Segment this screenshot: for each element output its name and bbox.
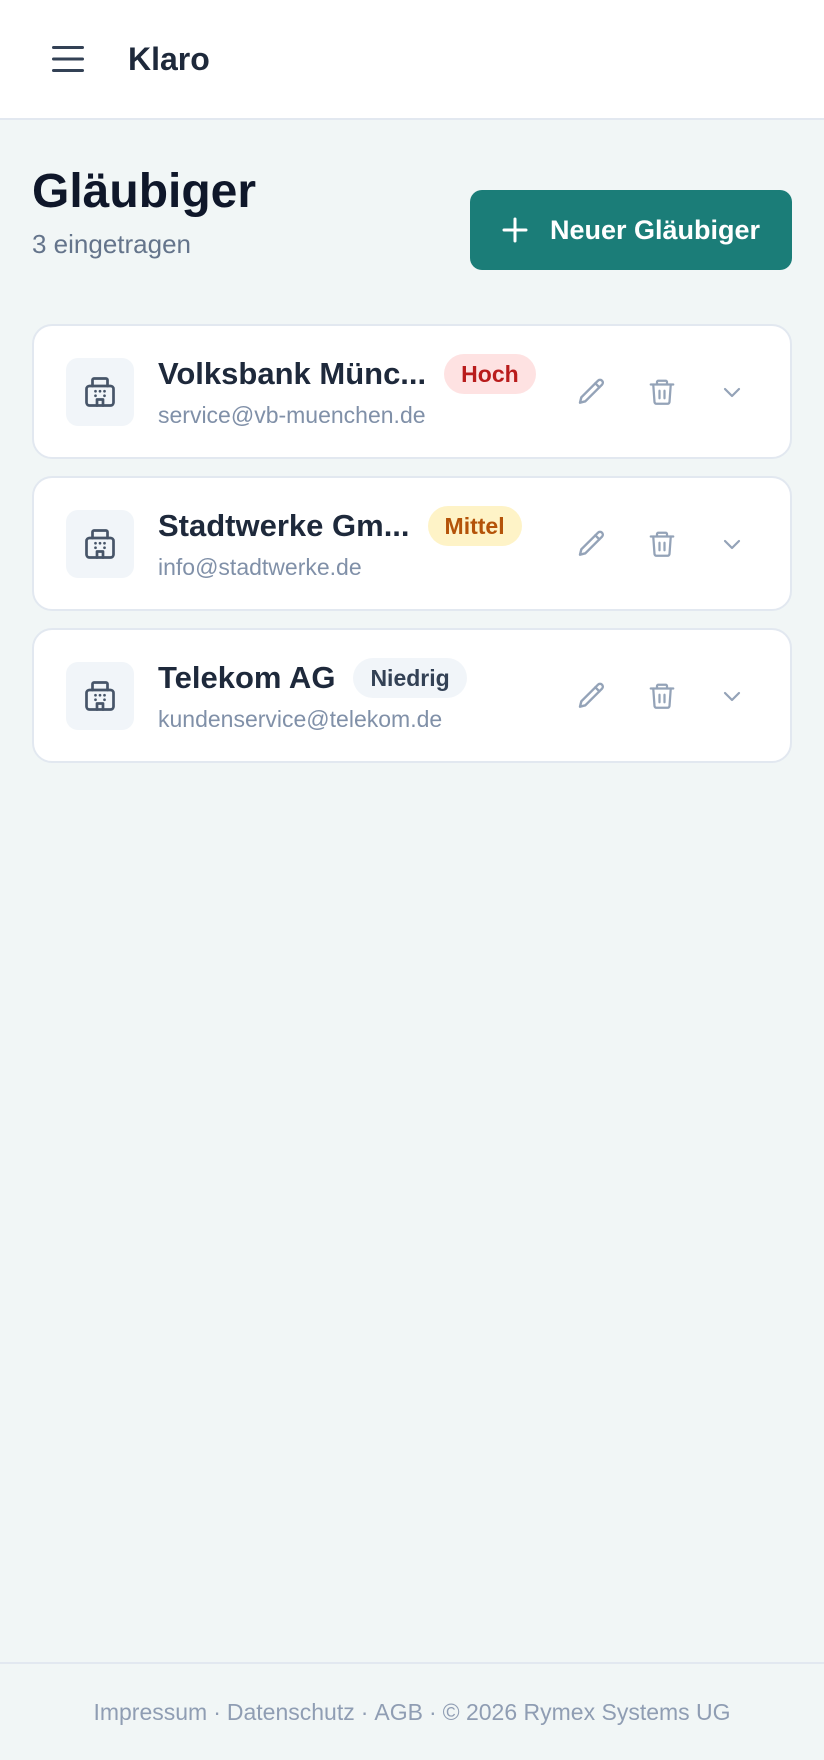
new-creditor-button[interactable]: Neuer Gläubiger xyxy=(470,190,792,270)
creditor-card[interactable]: Telekom AG Niedrig kundenservice@telekom… xyxy=(32,628,792,763)
delete-button[interactable] xyxy=(644,526,680,562)
footer-separator: · xyxy=(360,1698,369,1725)
creditor-email: service@vb-muenchen.de xyxy=(158,402,426,428)
trash-icon xyxy=(649,683,675,709)
main-content: Gläubiger 3 eingetragen Neuer Gläubiger xyxy=(0,120,824,1662)
new-creditor-label: Neuer Gläubiger xyxy=(549,214,761,245)
creditor-name: Stadtwerke Gm... xyxy=(158,508,410,543)
creditor-name: Volksbank Münc... xyxy=(158,356,427,391)
creditor-header: Volksbank Münc... Hoch xyxy=(158,354,542,394)
expand-button[interactable] xyxy=(714,678,750,714)
creditor-actions xyxy=(574,526,750,562)
footer-copyright: © 2026 Rymex Systems UG xyxy=(442,1698,731,1725)
footer: Impressum · Datenschutz · AGB · © 2026 R… xyxy=(0,1662,824,1760)
creditor-name: Telekom AG xyxy=(158,660,336,695)
creditor-info: Volksbank Münc... Hoch service@vb-muench… xyxy=(158,354,542,429)
pencil-icon xyxy=(578,378,605,404)
footer-datenschutz-link[interactable]: Datenschutz xyxy=(227,1699,355,1726)
delete-button[interactable] xyxy=(644,374,680,410)
hamburger-menu-icon xyxy=(52,46,84,72)
chevron-down-icon xyxy=(723,387,741,397)
page-title: Gläubiger xyxy=(32,165,257,218)
chevron-down-icon xyxy=(723,691,741,701)
creditor-avatar xyxy=(66,357,134,426)
creditor-email: info@stadtwerke.de xyxy=(158,554,362,580)
priority-badge: Hoch xyxy=(444,354,536,394)
creditor-email: kundenservice@telekom.de xyxy=(158,706,443,732)
expand-button[interactable] xyxy=(714,374,750,410)
trash-icon xyxy=(649,531,675,557)
chevron-down-icon xyxy=(723,539,741,549)
pencil-icon xyxy=(578,682,605,708)
app-title: Klaro xyxy=(128,40,210,77)
plus-icon xyxy=(502,217,528,243)
footer-agb-link[interactable]: AGB xyxy=(374,1699,423,1726)
delete-button[interactable] xyxy=(644,678,680,714)
footer-impressum-link[interactable]: Impressum xyxy=(93,1699,207,1726)
edit-button[interactable] xyxy=(574,526,610,562)
edit-button[interactable] xyxy=(574,678,610,714)
page-header: Gläubiger 3 eingetragen Neuer Gläubiger xyxy=(32,162,792,270)
page-subtitle: 3 eingetragen xyxy=(32,229,192,260)
page-title-group: Gläubiger 3 eingetragen xyxy=(32,162,256,260)
creditor-actions xyxy=(574,374,750,410)
creditor-card[interactable]: Stadtwerke Gm... Mittel info@stadtwerke.… xyxy=(32,476,792,611)
creditor-avatar xyxy=(66,509,134,578)
creditor-info: Telekom AG Niedrig kundenservice@telekom… xyxy=(158,658,542,733)
creditor-header: Telekom AG Niedrig xyxy=(158,658,542,698)
creditor-card[interactable]: Volksbank Münc... Hoch service@vb-muench… xyxy=(32,324,792,459)
building-icon xyxy=(85,376,115,407)
creditor-list: Volksbank Münc... Hoch service@vb-muench… xyxy=(32,324,792,763)
priority-badge: Mittel xyxy=(427,506,522,546)
creditor-header: Stadtwerke Gm... Mittel xyxy=(158,506,542,546)
creditor-actions xyxy=(574,678,750,714)
footer-separator: · xyxy=(213,1698,221,1725)
trash-icon xyxy=(649,379,675,405)
top-bar: Klaro xyxy=(0,0,824,120)
footer-separator: · xyxy=(428,1698,437,1725)
priority-badge: Niedrig xyxy=(353,658,467,698)
building-icon xyxy=(85,680,115,711)
page: Klaro Gläubiger 3 eingetragen Neuer Gläu… xyxy=(0,0,824,1760)
menu-button[interactable] xyxy=(48,39,88,79)
expand-button[interactable] xyxy=(714,526,750,562)
building-icon xyxy=(85,528,115,559)
pencil-icon xyxy=(578,530,605,556)
creditor-info: Stadtwerke Gm... Mittel info@stadtwerke.… xyxy=(158,506,542,581)
creditor-avatar xyxy=(66,661,134,730)
edit-button[interactable] xyxy=(574,374,610,410)
